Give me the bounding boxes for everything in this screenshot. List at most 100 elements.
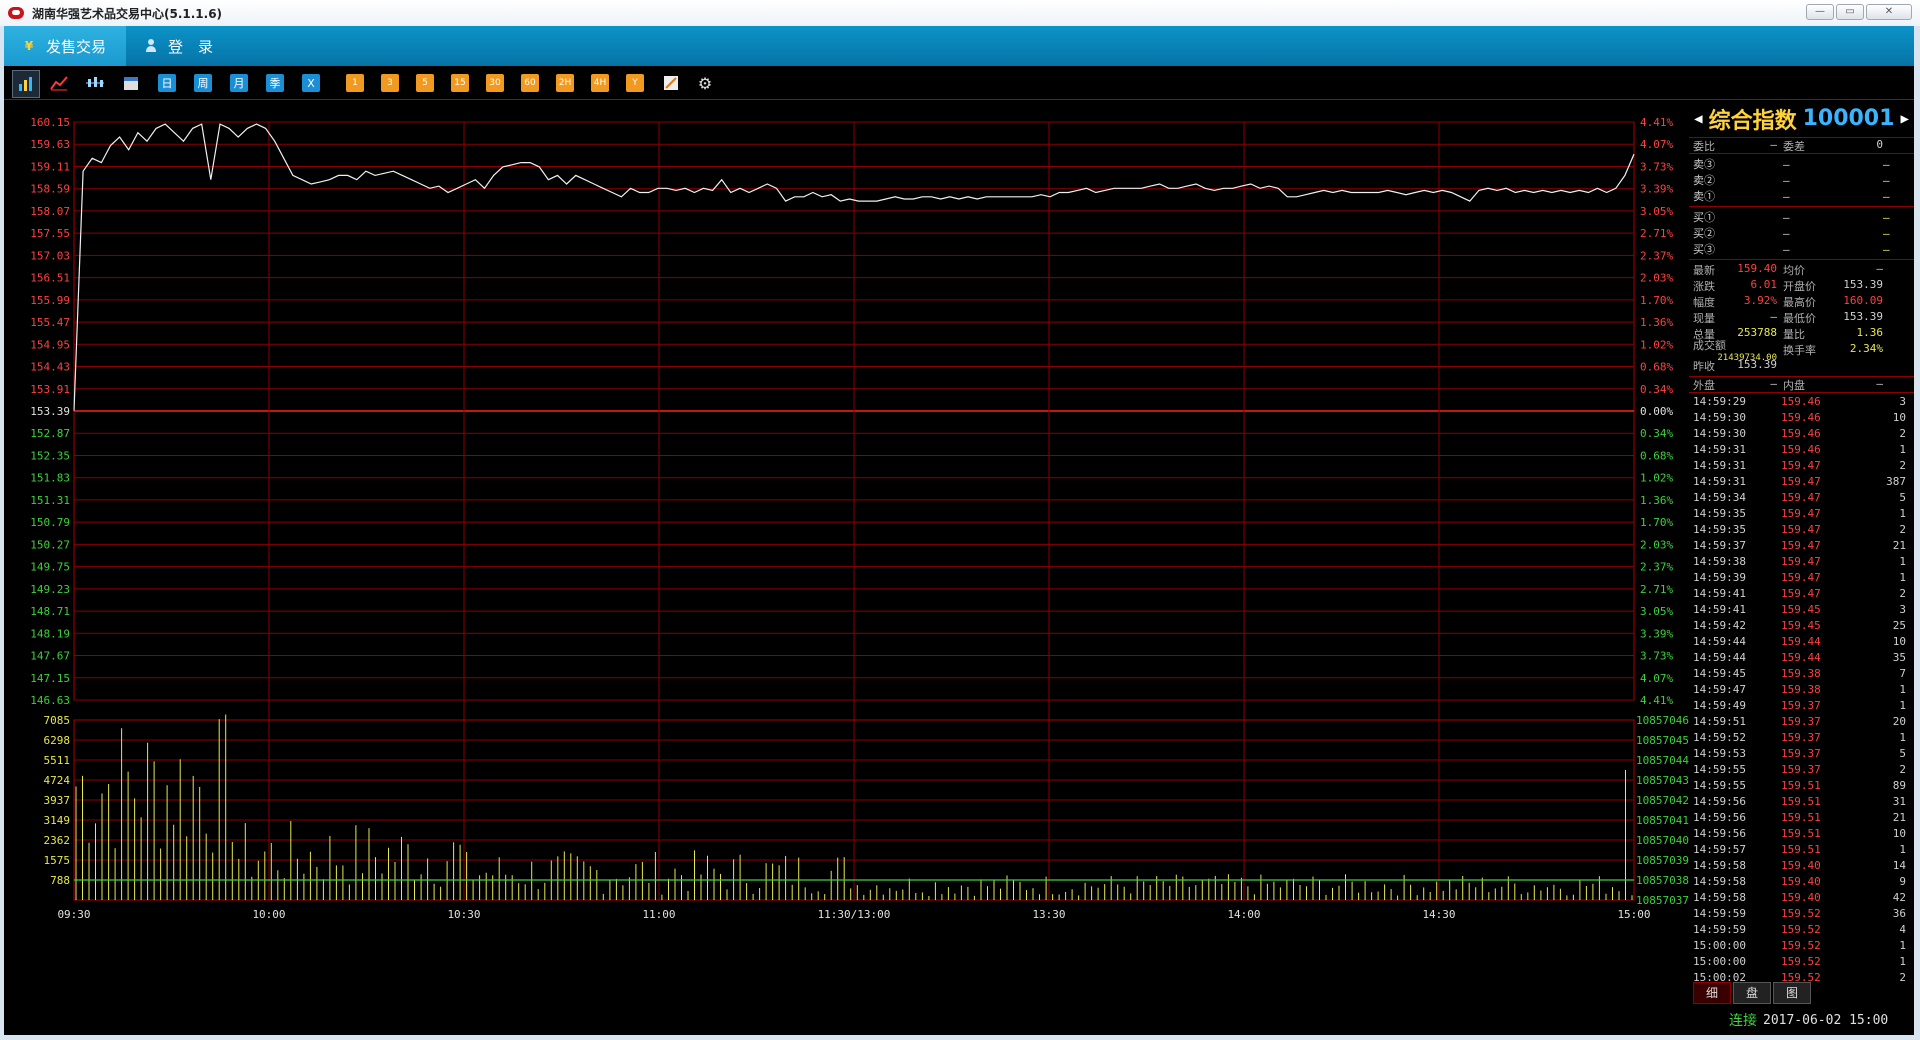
- stat-value: 153.39: [1843, 278, 1883, 291]
- volume-tick-label: 6298: [44, 734, 71, 747]
- stat-row: 昨收 153.39: [1689, 358, 1914, 374]
- tick-row: 14:59:29 159.46 3: [1689, 393, 1914, 409]
- stat-label: 最新: [1693, 264, 1715, 277]
- minute-30-button[interactable]: 30: [486, 74, 504, 92]
- volume-right-tick-label: 10857037: [1636, 894, 1689, 907]
- menu-trade-label: 发售交易: [46, 37, 107, 56]
- candlestick-icon[interactable]: [86, 74, 104, 92]
- tick-row: 14:59:58 159.40 9: [1689, 873, 1914, 889]
- tick-volume: 9: [1899, 874, 1906, 888]
- next-symbol-icon[interactable]: ▶: [1900, 111, 1908, 127]
- line-chart-icon[interactable]: [50, 74, 68, 92]
- close-button[interactable]: ✕: [1866, 4, 1912, 20]
- price-tick-label: 149.75: [30, 561, 70, 574]
- settings-gear-icon[interactable]: ⚙: [696, 74, 714, 93]
- minute-3-button[interactable]: 3: [381, 74, 399, 92]
- tick-time: 14:59:35: [1693, 506, 1746, 520]
- percent-tick-label: 3.73%: [1640, 160, 1673, 173]
- menu-trade[interactable]: ¥ 发售交易: [4, 26, 126, 66]
- price-tick-label: 154.95: [30, 338, 70, 351]
- percent-tick-label: 3.39%: [1640, 627, 1673, 640]
- minute-60-button[interactable]: 60: [521, 74, 539, 92]
- percent-tick-label: 4.41%: [1640, 694, 1673, 707]
- price-tick-label: 149.23: [30, 583, 70, 596]
- price-tick-label: 152.35: [30, 449, 70, 462]
- period-month-button[interactable]: 月: [230, 74, 248, 92]
- period-x-button[interactable]: X: [302, 74, 320, 92]
- stat-label: 均价: [1783, 264, 1805, 277]
- volume-right-tick-label: 10857039: [1636, 854, 1689, 867]
- tick-price: 159.46: [1781, 442, 1821, 456]
- tick-time: 14:59:56: [1693, 826, 1746, 840]
- percent-tick-label: 2.37%: [1640, 561, 1673, 574]
- maximize-button[interactable]: ▭: [1836, 4, 1864, 20]
- tick-row: 14:59:58 159.40 42: [1689, 889, 1914, 905]
- neipan-value: —: [1876, 376, 1883, 390]
- minimize-button[interactable]: —: [1806, 4, 1834, 20]
- prev-symbol-icon[interactable]: ◀: [1694, 111, 1702, 127]
- price-tick-label: 159.11: [30, 160, 70, 173]
- tick-time: 14:59:58: [1693, 890, 1746, 904]
- volume-tick-label: 788: [50, 874, 70, 887]
- tick-volume: 2: [1899, 426, 1906, 440]
- year-button[interactable]: Y: [626, 74, 644, 92]
- weibi-label: 委比: [1693, 139, 1715, 153]
- hour-2-button[interactable]: 2H: [556, 74, 574, 92]
- tick-price: 159.44: [1781, 650, 1821, 664]
- volume-right-tick-label: 10857046: [1636, 714, 1689, 727]
- stat-row: 成交额 21439734.00 换手率 2.34%: [1689, 339, 1914, 363]
- tick-volume: 1: [1899, 570, 1906, 584]
- period-week-button[interactable]: 周: [194, 74, 212, 92]
- tick-price: 159.47: [1781, 554, 1821, 568]
- stat-value: 153.39: [1737, 358, 1777, 371]
- sell-label: 卖③: [1693, 158, 1715, 171]
- tick-row: 14:59:56 159.51 21: [1689, 809, 1914, 825]
- price-tick-label: 154.43: [30, 361, 70, 374]
- calendar-icon[interactable]: [122, 74, 140, 92]
- tick-volume: 20: [1892, 714, 1906, 728]
- hour-4-button[interactable]: 4H: [591, 74, 609, 92]
- tick-time: 15:00:00: [1693, 954, 1746, 968]
- price-tick-label: 148.19: [30, 627, 70, 640]
- tab-detail[interactable]: 细: [1693, 982, 1731, 1004]
- tick-row: 14:59:41 159.47 2: [1689, 585, 1914, 601]
- tick-row: 14:59:47 159.38 1: [1689, 681, 1914, 697]
- menu-login[interactable]: 登 录: [126, 26, 231, 66]
- tick-time: 14:59:30: [1693, 410, 1746, 424]
- bar-chart-icon[interactable]: [12, 70, 40, 98]
- minute-1-button[interactable]: 1: [346, 74, 364, 92]
- weibi-row: 委比 — 委差 0: [1689, 138, 1914, 154]
- buy-label: 买②: [1693, 227, 1715, 240]
- tick-price: 159.47: [1781, 474, 1821, 488]
- tick-row: 14:59:59 159.52 36: [1689, 905, 1914, 921]
- period-day-button[interactable]: 日: [158, 74, 176, 92]
- tick-list[interactable]: 14:59:29 159.46 3 14:59:30 159.46 10 14:59:30 1…: [1689, 393, 1914, 985]
- sell-vol: —: [1883, 157, 1890, 171]
- tick-price: 159.47: [1781, 490, 1821, 504]
- tick-time: 14:59:58: [1693, 874, 1746, 888]
- stat-label: 最低价: [1783, 312, 1816, 325]
- tick-row: 14:59:59 159.52 4: [1689, 921, 1914, 937]
- period-quarter-button[interactable]: 季: [266, 74, 284, 92]
- draw-tool-icon[interactable]: [662, 74, 680, 92]
- minute-5-button[interactable]: 5: [416, 74, 434, 92]
- price-tick-label: 151.83: [30, 472, 70, 485]
- tick-time: 14:59:44: [1693, 634, 1746, 648]
- tick-price: 159.37: [1781, 746, 1821, 760]
- tick-volume: 2: [1899, 762, 1906, 776]
- buy-price: —: [1783, 210, 1790, 224]
- tick-time: 14:59:38: [1693, 554, 1746, 568]
- volume-right-tick-label: 10857038: [1636, 874, 1689, 887]
- price-tick-label: 155.47: [30, 316, 70, 329]
- price-tick-label: 160.15: [30, 116, 70, 129]
- tick-row: 14:59:30 159.46 2: [1689, 425, 1914, 441]
- app-window: 湖南华强艺术品交易中心(5.1.1.6) — ▭ ✕ ¥ 发售交易 登 录 日: [0, 0, 1920, 1040]
- tab-chart[interactable]: 图: [1773, 982, 1811, 1004]
- tick-time: 14:59:30: [1693, 426, 1746, 440]
- sell-row-3: 卖③ — —: [1689, 156, 1914, 172]
- tick-time: 14:59:55: [1693, 762, 1746, 776]
- tab-orderbook[interactable]: 盘: [1733, 982, 1771, 1004]
- tick-row: 14:59:56 159.51 31: [1689, 793, 1914, 809]
- tick-row: 14:59:45 159.38 7: [1689, 665, 1914, 681]
- minute-15-button[interactable]: 15: [451, 74, 469, 92]
